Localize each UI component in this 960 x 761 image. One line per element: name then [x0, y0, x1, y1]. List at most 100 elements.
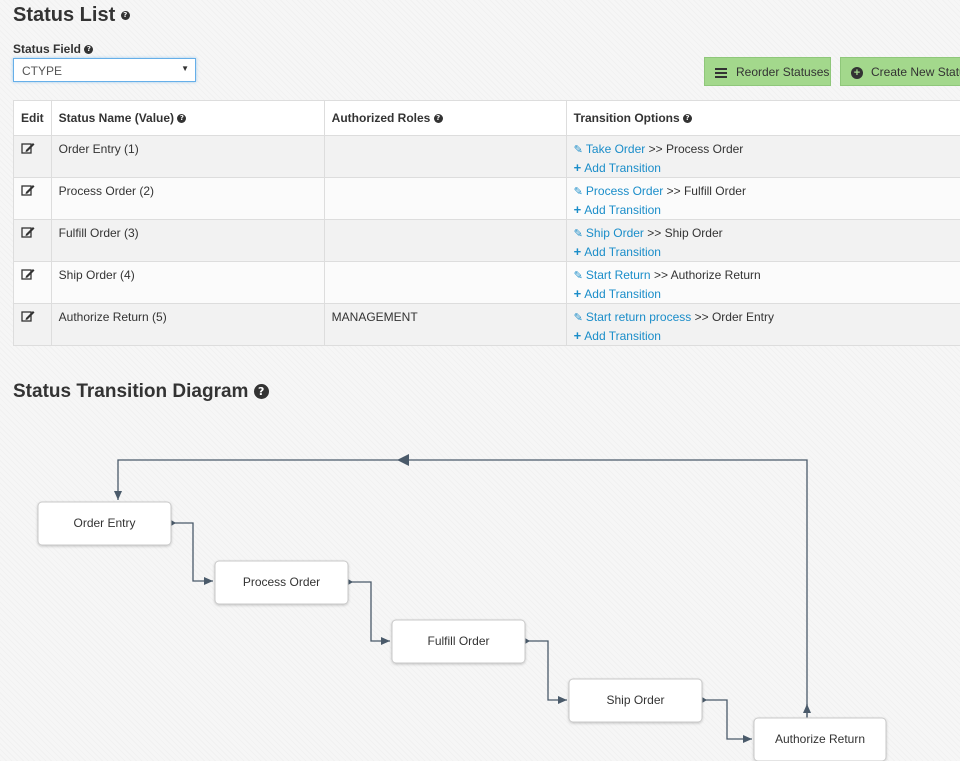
add-transition-link[interactable]: + Add Transition — [573, 328, 661, 343]
status-field-value: CTYPE — [22, 64, 63, 78]
status-field-select[interactable]: CTYPE ▼ — [13, 58, 196, 82]
add-transition-link[interactable]: + Add Transition — [573, 286, 661, 301]
transition-target: >> Order Entry — [694, 310, 774, 324]
connector — [525, 640, 567, 704]
transition-link[interactable]: Start Return — [586, 268, 651, 282]
pencil-icon: ✎ — [573, 312, 583, 324]
table-row: Process Order (2) ✎ Process Order >> Fulf… — [13, 177, 960, 220]
mid-arrow-left-icon — [397, 454, 409, 466]
add-transition-label: Add Transition — [584, 203, 661, 217]
node-label: Fulfill Order — [427, 634, 489, 648]
header-status-name-text: Status Name (Value) — [58, 111, 175, 125]
node-label: Ship Order — [606, 693, 664, 707]
pencil-icon: ✎ — [573, 270, 583, 282]
transition-cell: ✎ Ship Order >> Ship Order + Add Transitio… — [565, 219, 960, 262]
add-transition-link[interactable]: + Add Transition — [573, 244, 661, 259]
page-title-text: Status List — [13, 4, 116, 26]
transition-cell: ✎ Start return process >> Order Entry + Ad… — [565, 303, 960, 346]
transition-cell: ✎ Start Return >> Authorize Return + Add T… — [565, 261, 960, 304]
header-authorized-roles-text: Authorized Roles — [331, 111, 431, 125]
node-label: Order Entry — [73, 516, 135, 530]
connector — [171, 522, 213, 585]
transition-target: >> Process Order — [648, 142, 744, 156]
status-field-label-text: Status Field — [13, 42, 82, 56]
roles-cell: MANAGEMENT — [323, 303, 567, 346]
transition-link[interactable]: Ship Order — [586, 226, 644, 240]
status-name-cell: Process Order (2) — [50, 177, 325, 220]
header-status-name: Status Name (Value) ? — [50, 100, 325, 136]
transition-link[interactable]: Take Order — [586, 142, 645, 156]
reorder-statuses-button[interactable]: Reorder Statuses — [704, 57, 831, 86]
caret-down-icon: ▼ — [181, 64, 189, 73]
transition-cell: ✎ Take Order >> Process Order + Add Transi… — [565, 135, 960, 178]
table-row: Authorize Return (5) MANAGEMENT ✎ Start r… — [13, 303, 960, 346]
table-row: Ship Order (4) ✎ Start Return >> Authoriz… — [13, 261, 960, 304]
help-icon[interactable]: ? — [84, 45, 94, 55]
roles-cell — [323, 261, 567, 304]
edit-cell — [13, 177, 52, 220]
add-transition-link[interactable]: + Add Transition — [573, 202, 661, 217]
add-transition-label: Add Transition — [584, 329, 661, 343]
transition-link[interactable]: Start return process — [586, 310, 691, 324]
transition-link[interactable]: Process Order — [586, 184, 663, 198]
reorder-statuses-label: Reorder Statuses — [736, 65, 830, 79]
status-table: Edit Status Name (Value) ? Authorized Ro… — [13, 100, 960, 346]
edit-cell — [13, 135, 52, 178]
plus-icon: + — [573, 160, 582, 175]
create-new-status-label: Create New Status — [871, 65, 960, 79]
transition-target: >> Fulfill Order — [666, 184, 746, 198]
plus-icon: + — [573, 328, 582, 343]
diagram-node-authorize-return[interactable]: Authorize Return — [753, 717, 887, 761]
diagram-title-text: Status Transition Diagram — [13, 381, 249, 402]
plus-circle-icon: + — [851, 66, 863, 79]
header-transition-options-text: Transition Options — [573, 111, 680, 125]
status-name-cell: Fulfill Order (3) — [50, 219, 325, 262]
source-dot — [525, 638, 530, 644]
status-name-cell: Authorize Return (5) — [50, 303, 325, 346]
add-transition-label: Add Transition — [584, 161, 661, 175]
status-transition-diagram: Order Entry Process Order Fulfill Order … — [37, 454, 887, 761]
pencil-icon: ✎ — [573, 186, 583, 198]
status-field-label: Status Field ? — [13, 42, 94, 56]
diagram-node-fulfill-order[interactable]: Fulfill Order — [391, 619, 526, 664]
header-authorized-roles: Authorized Roles ? — [323, 100, 567, 136]
page-title: Status List ? — [13, 4, 130, 27]
edit-cell — [13, 261, 52, 304]
roles-cell — [323, 135, 567, 178]
add-transition-label: Add Transition — [584, 245, 661, 259]
transition-cell: ✎ Process Order >> Fulfill Order + Add Tra… — [565, 177, 960, 220]
node-label: Authorize Return — [775, 732, 865, 746]
plus-icon: + — [573, 244, 582, 259]
create-new-status-button[interactable]: + Create New Status — [840, 57, 960, 86]
table-header-row: Edit Status Name (Value) ? Authorized Ro… — [13, 100, 960, 136]
edit-icon[interactable] — [21, 184, 35, 196]
plus-icon: + — [573, 202, 582, 217]
source-dot — [348, 579, 353, 585]
table-row: Order Entry (1) ✎ Take Order >> Process O… — [13, 135, 960, 178]
edit-icon[interactable] — [21, 142, 35, 154]
pencil-icon: ✎ — [573, 144, 583, 156]
diagram-node-ship-order[interactable]: Ship Order — [568, 678, 703, 723]
diagram-node-order-entry[interactable]: Order Entry — [37, 501, 172, 546]
help-icon[interactable]: ? — [683, 114, 693, 124]
roles-cell — [323, 177, 567, 220]
status-name-cell: Order Entry (1) — [50, 135, 325, 178]
help-icon[interactable]: ? — [177, 114, 187, 124]
help-icon[interactable]: ? — [253, 384, 269, 400]
pencil-icon: ✎ — [573, 228, 583, 240]
menu-icon — [715, 66, 727, 80]
edit-icon[interactable] — [21, 310, 35, 322]
help-icon[interactable]: ? — [433, 114, 443, 124]
edit-icon[interactable] — [21, 226, 35, 238]
edit-icon[interactable] — [21, 268, 35, 280]
source-dot — [702, 697, 707, 703]
transition-target: >> Ship Order — [647, 226, 723, 240]
diagram-node-process-order[interactable]: Process Order — [214, 560, 349, 605]
help-icon[interactable]: ? — [120, 11, 130, 21]
header-edit-text: Edit — [21, 111, 44, 125]
edit-cell — [13, 219, 52, 262]
plus-icon: + — [573, 286, 582, 301]
connector — [348, 581, 390, 645]
node-label: Process Order — [243, 575, 320, 589]
add-transition-link[interactable]: + Add Transition — [573, 160, 661, 175]
